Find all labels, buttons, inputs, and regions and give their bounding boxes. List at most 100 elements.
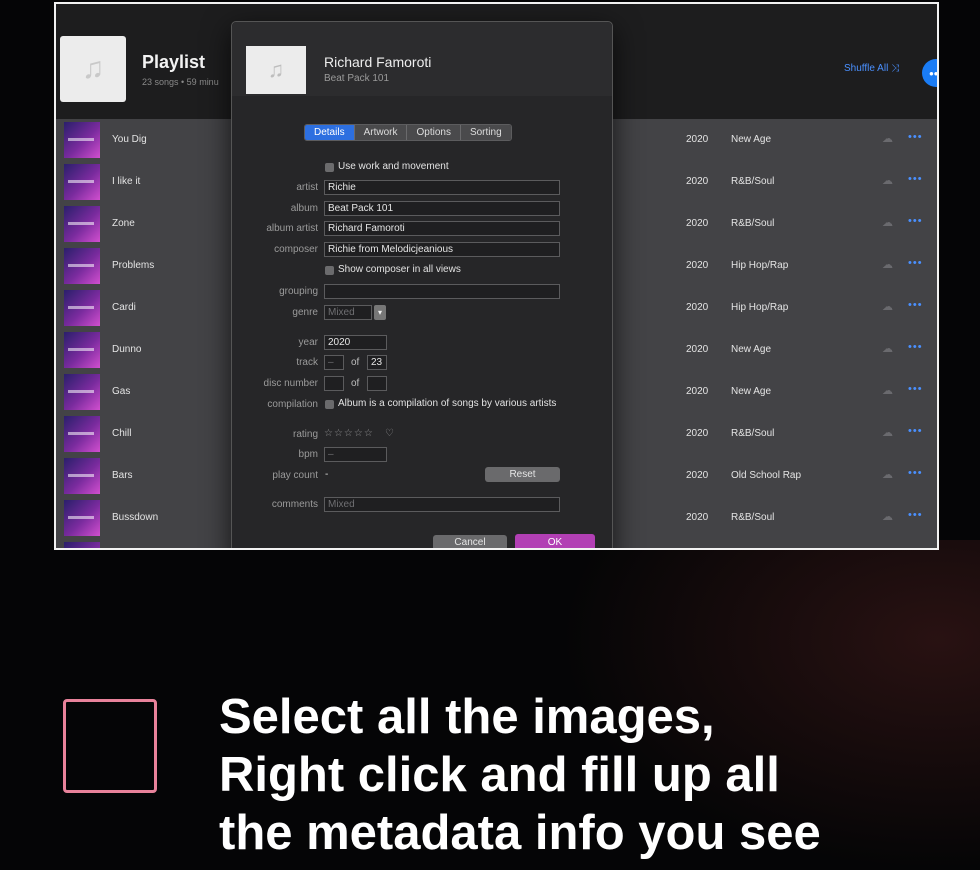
tab-details[interactable]: Details <box>305 125 354 140</box>
row-more-button[interactable]: ••• <box>908 299 923 311</box>
dialog-title: Richard Famoroti <box>324 54 432 70</box>
song-artwork[interactable] <box>64 122 100 158</box>
composer-label: composer <box>274 244 318 255</box>
more-options-button[interactable]: ••• <box>922 59 937 87</box>
song-artwork[interactable] <box>64 416 100 452</box>
shuffle-all-label: Shuffle All <box>844 63 889 74</box>
disc-total-field[interactable] <box>367 376 387 391</box>
comments-label: comments <box>271 499 318 510</box>
song-genre: Hip Hop/Rap <box>731 302 789 313</box>
reset-button[interactable]: Reset <box>485 467 560 482</box>
caption-checkbox-icon <box>63 699 157 793</box>
song-genre: Hip Hop/Rap <box>731 260 789 271</box>
row-more-button[interactable]: ••• <box>908 257 923 269</box>
row-more-button[interactable]: ••• <box>908 173 923 185</box>
disc-of-label: of <box>351 378 360 389</box>
song-artwork[interactable] <box>64 458 100 494</box>
row-more-button[interactable]: ••• <box>908 467 923 479</box>
artist-field[interactable]: Richie <box>324 180 560 195</box>
cloud-icon[interactable]: ☁ <box>882 300 893 313</box>
disc-number-label: disc number <box>263 378 318 389</box>
cloud-icon[interactable]: ☁ <box>882 132 893 145</box>
show-composer-checkbox[interactable] <box>325 266 334 275</box>
album-field[interactable]: Beat Pack 101 <box>324 201 560 216</box>
ok-button[interactable]: OK <box>515 534 595 548</box>
dialog-subtitle: Beat Pack 101 <box>324 73 390 84</box>
song-title: Cardi <box>112 302 136 313</box>
song-artwork[interactable] <box>64 248 100 284</box>
track-number-field[interactable]: – <box>324 355 344 370</box>
year-field[interactable]: 2020 <box>324 335 387 350</box>
song-artwork[interactable] <box>64 164 100 200</box>
dialog-artwork[interactable]: ♫ <box>246 46 306 94</box>
row-more-button[interactable]: ••• <box>908 215 923 227</box>
composer-field[interactable]: Richie from Melodicjeanious <box>324 242 560 257</box>
song-year: 2020 <box>686 344 709 355</box>
cloud-icon[interactable]: ☁ <box>882 342 893 355</box>
song-artwork[interactable] <box>64 374 100 410</box>
tab-options[interactable]: Options <box>406 125 460 140</box>
song-year: 2020 <box>686 176 709 187</box>
song-artwork[interactable] <box>64 290 100 326</box>
cloud-icon[interactable]: ☁ <box>882 174 893 187</box>
tab-artwork[interactable]: Artwork <box>353 125 407 140</box>
song-artwork[interactable] <box>64 206 100 242</box>
bpm-field[interactable]: – <box>324 447 387 462</box>
cloud-icon[interactable]: ☁ <box>882 384 893 397</box>
cloud-icon[interactable]: ☁ <box>882 258 893 271</box>
song-genre: Old School Rap <box>731 470 802 481</box>
song-year: 2020 <box>686 134 709 145</box>
song-genre: R&B/Soul <box>731 428 775 439</box>
dialog-tabs: Details Artwork Options Sorting <box>304 124 512 141</box>
caption-line-1: Select all the images, <box>219 690 715 744</box>
disc-number-field[interactable] <box>324 376 344 391</box>
row-more-button[interactable]: ••• <box>908 341 923 353</box>
comments-field[interactable]: Mixed <box>324 497 560 512</box>
song-title: Problems <box>112 260 155 271</box>
cloud-icon[interactable]: ☁ <box>882 510 893 523</box>
caption-line-3: the metadata info you see <box>219 806 821 860</box>
shuffle-all-button[interactable]: Shuffle All ⤨ <box>844 63 899 74</box>
compilation-checkbox[interactable] <box>325 400 334 409</box>
cancel-button[interactable]: Cancel <box>433 535 507 548</box>
song-artwork[interactable] <box>64 500 100 536</box>
song-title: Bars <box>112 470 133 481</box>
song-genre: R&B/Soul <box>731 176 775 187</box>
caption-text: Select all the images, Right click and f… <box>219 688 939 862</box>
song-genre: New Age <box>731 386 772 397</box>
tab-sorting[interactable]: Sorting <box>459 125 511 140</box>
song-artwork[interactable] <box>64 542 100 548</box>
year-label: year <box>298 337 318 348</box>
chevron-down-icon[interactable]: ▾ <box>374 305 386 320</box>
cloud-icon[interactable]: ☁ <box>882 216 893 229</box>
song-info-dialog: ♫ Richard Famoroti Beat Pack 101 Details… <box>231 21 613 548</box>
row-more-button[interactable]: ••• <box>908 509 923 521</box>
song-year: 2020 <box>686 428 709 439</box>
row-more-button[interactable]: ••• <box>908 131 923 143</box>
rating-stars[interactable]: ☆☆☆☆☆ <box>324 428 374 439</box>
song-year: 2020 <box>686 260 709 271</box>
track-of-label: of <box>351 357 360 368</box>
song-year: 2020 <box>686 512 709 523</box>
row-more-button[interactable]: ••• <box>908 383 923 395</box>
music-note-icon: ♫ <box>81 52 105 85</box>
use-work-label: Use work and movement <box>338 161 449 172</box>
song-genre: R&B/Soul <box>731 512 775 523</box>
heart-icon[interactable]: ♡ <box>385 428 395 439</box>
use-work-checkbox[interactable] <box>325 163 334 172</box>
shuffle-icon: ⤨ <box>891 63 900 74</box>
grouping-field[interactable] <box>324 284 560 299</box>
album-artist-field[interactable]: Richard Famoroti <box>324 221 560 236</box>
cloud-icon[interactable]: ☁ <box>882 468 893 481</box>
genre-select[interactable]: Mixed <box>324 305 372 320</box>
row-more-button[interactable]: ••• <box>908 425 923 437</box>
cloud-icon[interactable]: ☁ <box>882 426 893 439</box>
music-note-icon: ♫ <box>267 57 285 82</box>
track-total-field[interactable]: 23 <box>367 355 387 370</box>
playlist-title: Playlist <box>142 52 206 72</box>
song-title: You Dig <box>112 134 147 145</box>
playlist-subtitle: 23 songs • 59 minu <box>142 77 219 87</box>
song-year: 2020 <box>686 218 709 229</box>
artist-label: artist <box>296 182 318 193</box>
song-artwork[interactable] <box>64 332 100 368</box>
